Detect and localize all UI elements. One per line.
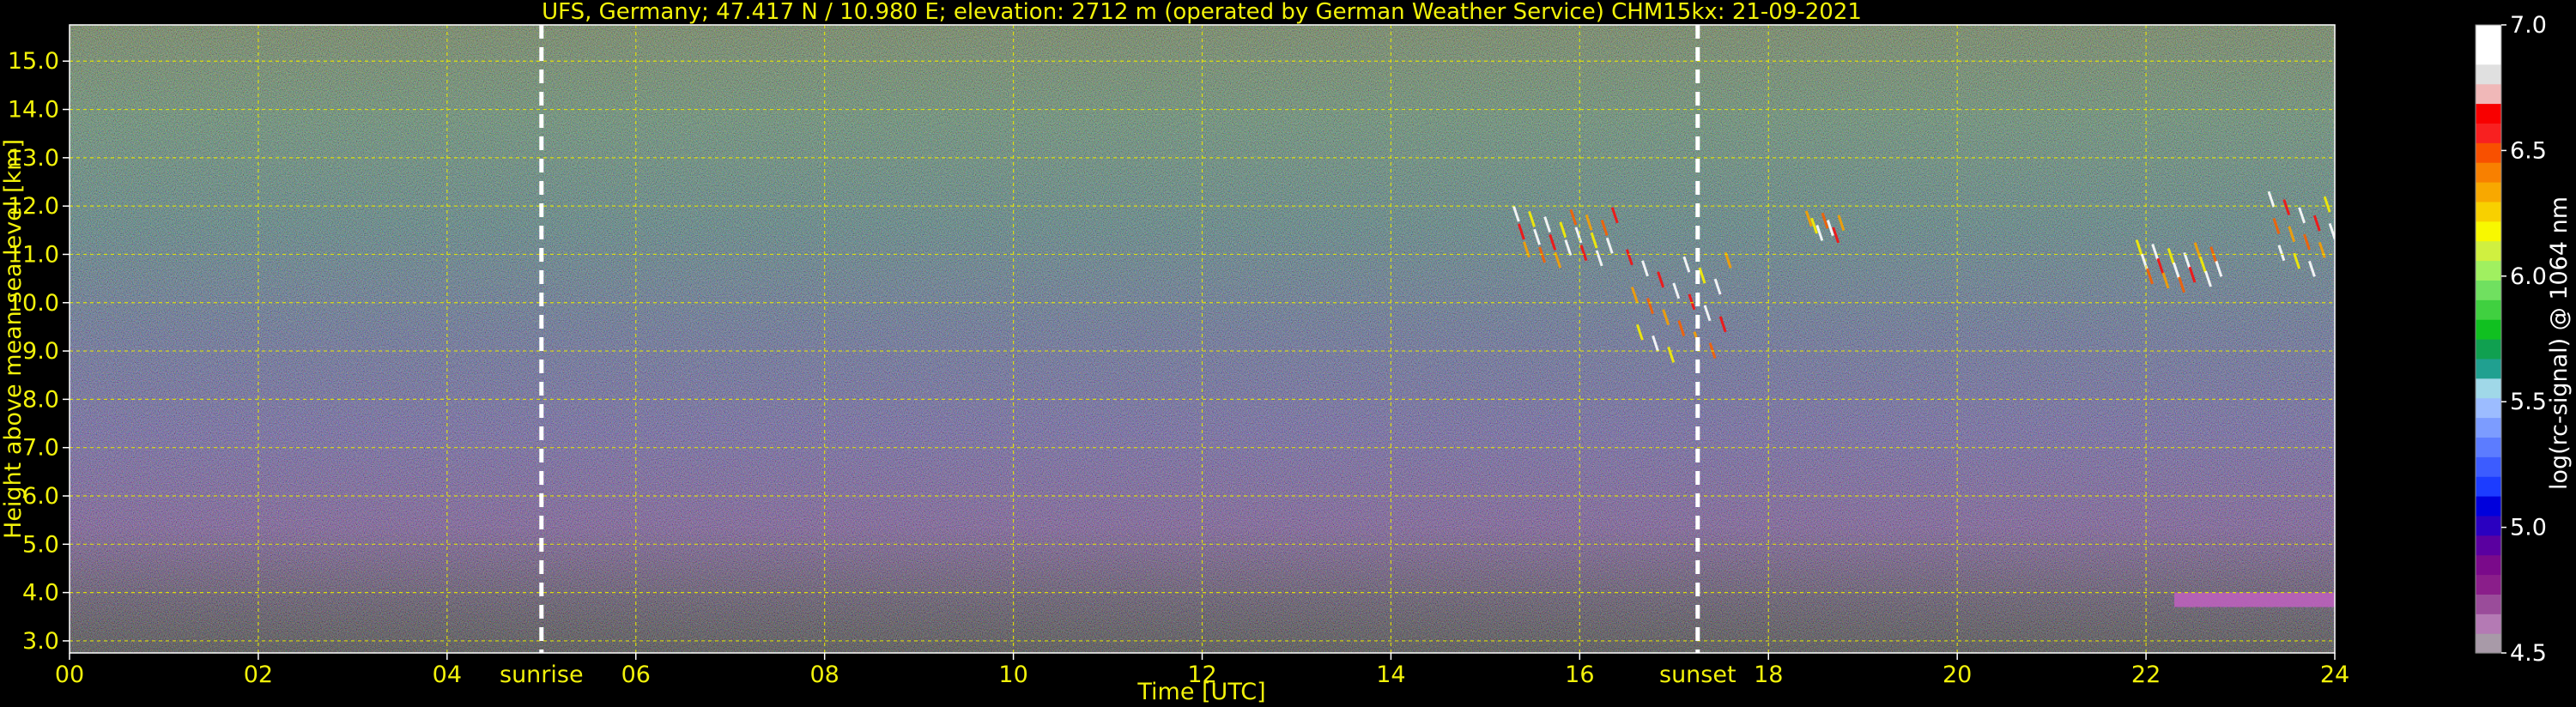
y-tick-label: 4.0	[22, 580, 59, 607]
colorbar-tick-label: 6.5	[2510, 137, 2547, 164]
colorbar-segment	[2476, 496, 2501, 517]
colorbar-segment	[2476, 221, 2501, 242]
colorbar-segment	[2476, 594, 2501, 614]
y-tick-label: 9.0	[22, 338, 59, 365]
colorbar-segment	[2476, 613, 2501, 634]
y-tick-label: 8.0	[22, 386, 59, 413]
colorbar-segment	[2476, 162, 2501, 183]
colorbar-segment	[2476, 437, 2501, 457]
colorbar-segment	[2476, 240, 2501, 262]
colorbar-tick-label: 5.0	[2510, 515, 2547, 541]
colorbar-segment	[2476, 358, 2501, 379]
colorbar-segment	[2476, 182, 2501, 202]
colorbar-segment	[2476, 397, 2501, 419]
colorbar-segment	[2476, 123, 2501, 143]
annotation-labels: sunrise sunset	[500, 662, 1737, 688]
colorbar-segment	[2476, 44, 2501, 65]
x-tick-label: 16	[1565, 662, 1594, 688]
colorbar-segment	[2476, 260, 2501, 281]
colorbar-segment	[2476, 574, 2501, 595]
y-axis-label: Height above mean sea level [km]	[0, 139, 27, 539]
y-tick-label: 7.0	[22, 435, 59, 462]
colorbar-segment	[2476, 554, 2501, 576]
colorbar-segment	[2476, 25, 2501, 45]
plot-area	[69, 24, 2336, 654]
chart-title: UFS, Germany; 47.417 N / 10.980 E; eleva…	[542, 0, 1862, 25]
colorbar-segment	[2476, 83, 2501, 105]
colorbar-segment	[2476, 63, 2501, 85]
colorbar-tick-label: 6.0	[2510, 263, 2547, 290]
colorbar-segment	[2476, 201, 2501, 222]
colorbar-segment	[2476, 456, 2501, 477]
x-tick-label: 00	[55, 662, 84, 688]
colorbar-segment	[2476, 515, 2501, 536]
annotation-label-sunset: sunset	[1659, 662, 1737, 688]
colorbar-segment	[2476, 280, 2501, 300]
lidar-chart: UFS, Germany; 47.417 N / 10.980 E; eleva…	[0, 0, 2573, 705]
x-tick-label: 14	[1376, 662, 1405, 688]
colorbar-segment	[2476, 299, 2501, 320]
x-tick-label: 10	[998, 662, 1027, 688]
y-tick-label: 6.0	[22, 483, 59, 510]
x-axis-label: Time [UTC]	[1136, 679, 1265, 705]
x-tick-label: 06	[621, 662, 651, 688]
x-tick-label: 20	[1943, 662, 1972, 688]
colorbar-segment	[2476, 319, 2501, 340]
colorbar-segments	[2476, 25, 2501, 654]
feature-low-layer	[2174, 592, 2335, 607]
y-tick-label: 14.0	[8, 97, 59, 124]
colorbar-segment	[2476, 417, 2501, 438]
colorbar-tick-label: 7.0	[2510, 12, 2547, 39]
y-tick-label: 3.0	[22, 628, 59, 655]
colorbar-segment	[2476, 103, 2501, 124]
annotation-label-sunrise: sunrise	[500, 662, 584, 688]
x-tick-label: 18	[1754, 662, 1783, 688]
x-tick-label: 02	[244, 662, 273, 688]
colorbar-tick-label: 4.5	[2510, 640, 2547, 667]
x-tick-label: 08	[809, 662, 839, 688]
x-tick-label: 24	[2320, 662, 2349, 688]
x-tick-label: 04	[433, 662, 462, 688]
signal-noise-texture	[70, 25, 2335, 653]
colorbar: 4.5 5.0 5.5 6.0 6.5 7.0 log(rc-signal) @ 1064…	[2475, 12, 2573, 667]
colorbar-tick-label: 5.5	[2510, 389, 2547, 415]
x-tick-label: 22	[2131, 662, 2161, 688]
colorbar-label: log(rc-signal) @ 1064 nm	[2546, 196, 2573, 490]
colorbar-segment	[2476, 535, 2501, 556]
y-tick-label: 5.0	[22, 531, 59, 558]
colorbar-segment	[2476, 142, 2501, 163]
y-tick-label: 15.0	[8, 48, 59, 75]
colorbar-segment	[2476, 633, 2501, 654]
colorbar-segment	[2476, 339, 2501, 360]
colorbar-segment	[2476, 378, 2501, 399]
colorbar-ticks: 4.5 5.0 5.5 6.0 6.5 7.0	[2501, 12, 2547, 667]
colorbar-segment	[2476, 476, 2501, 497]
